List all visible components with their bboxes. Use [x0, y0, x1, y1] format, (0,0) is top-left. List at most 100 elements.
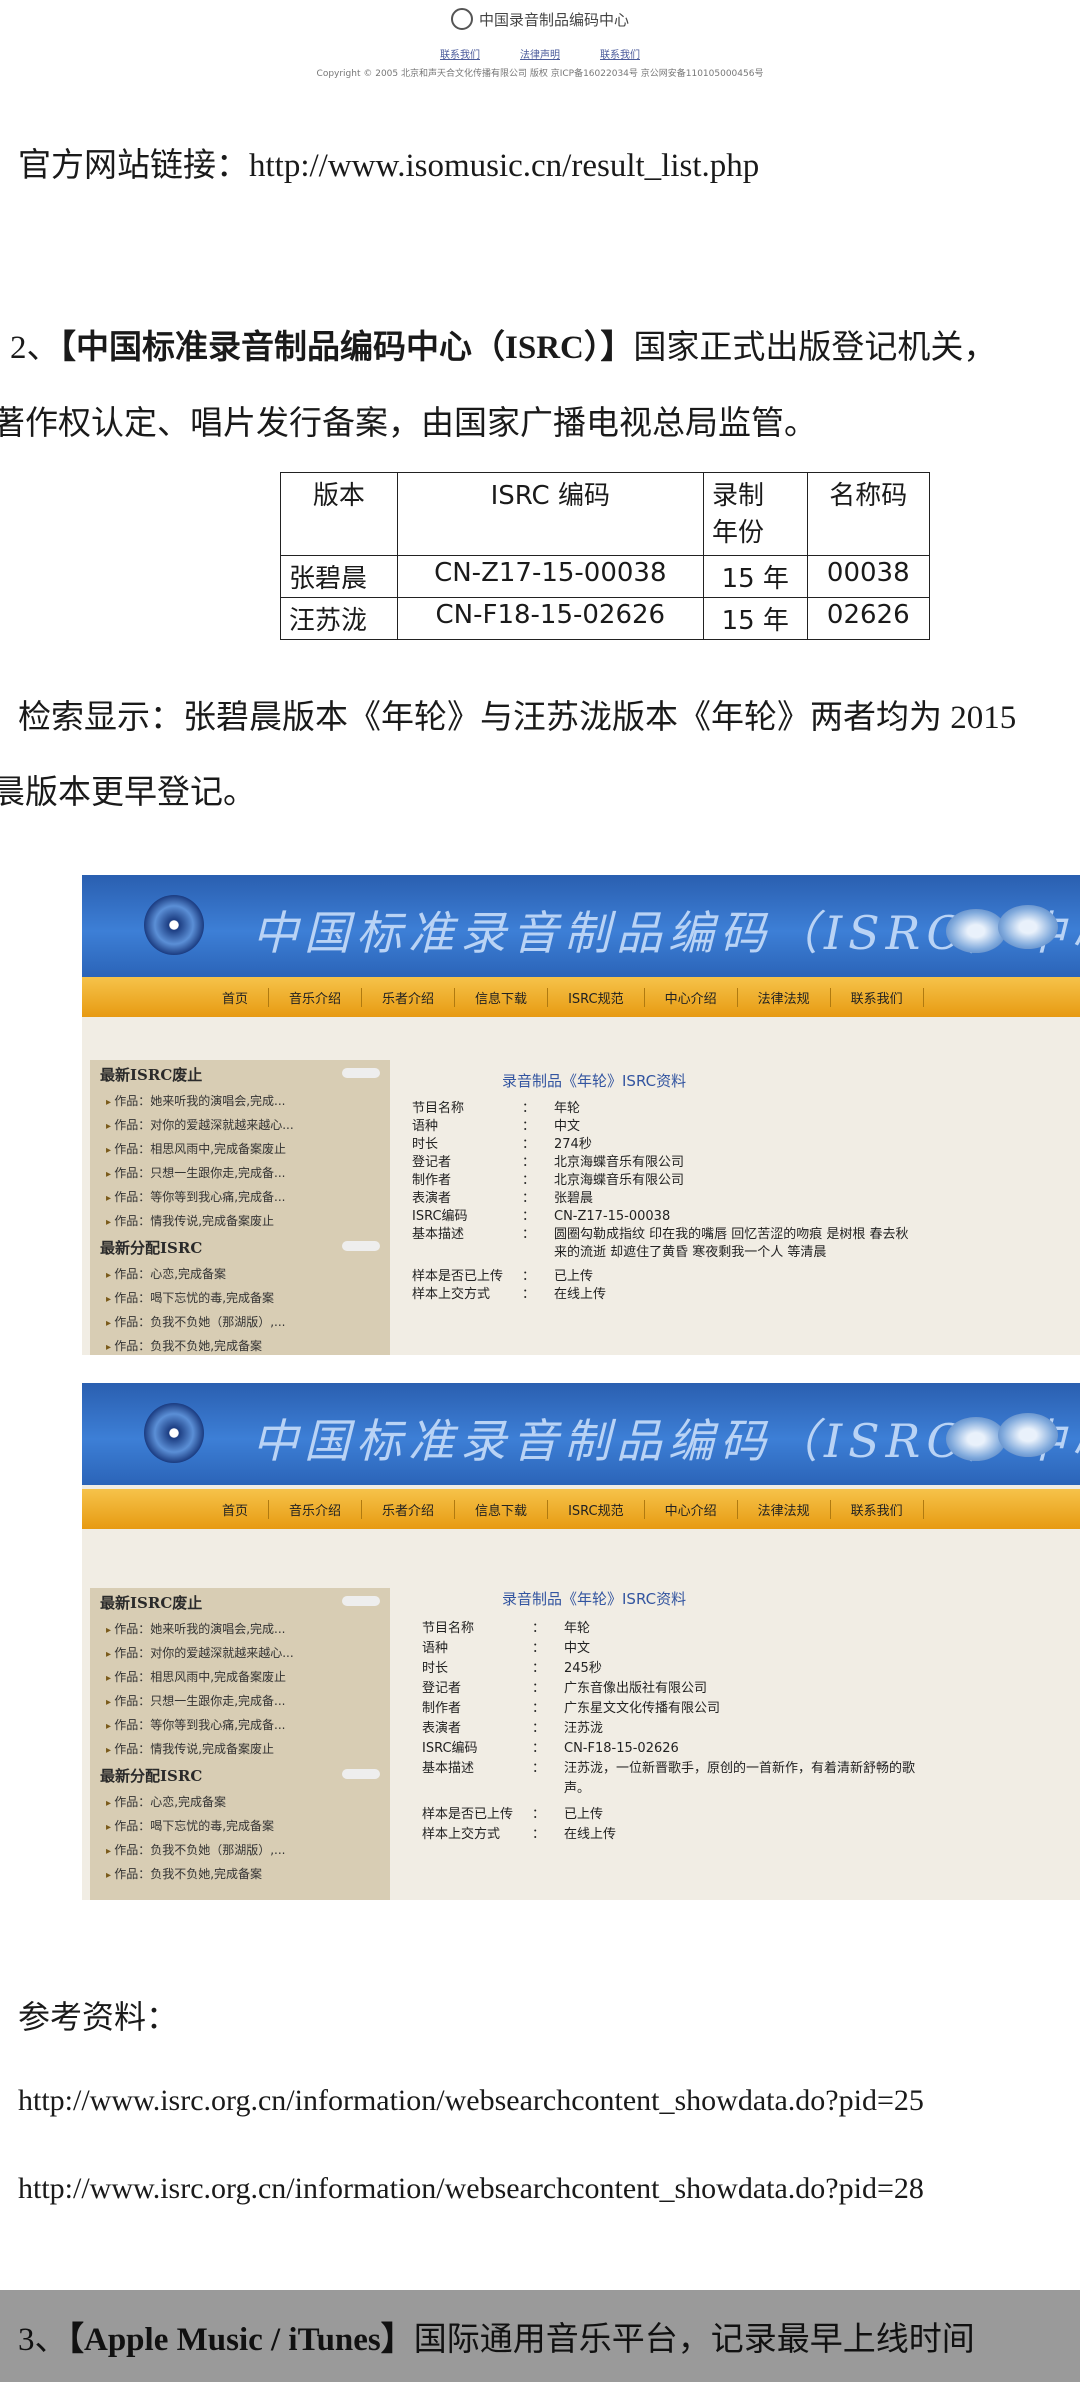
table-cell: 汪苏泷 — [280, 597, 398, 640]
sidebar-heading: 最新ISRC废止 — [90, 1588, 390, 1617]
list-item[interactable]: 作品：情我传说,完成备案废止 — [90, 1209, 390, 1233]
more-icon[interactable] — [342, 1596, 380, 1606]
list-item[interactable]: 作品：相思风雨中,完成备案废止 — [90, 1137, 390, 1161]
record-row: 语种：中文 — [422, 1641, 591, 1656]
record-row: ISRC编码： CN-F18-15-02626 — [422, 1741, 679, 1756]
nav-item[interactable]: ISRC规范 — [548, 987, 645, 1007]
record-row: 节目名称：年轮 — [422, 1621, 591, 1636]
list-item[interactable]: 作品：心恋,完成备案 — [90, 1262, 390, 1286]
record-row: 制作者：广东星文文化传播有限公司 — [422, 1701, 721, 1716]
nav-item[interactable]: 首页 — [202, 987, 270, 1007]
section-2-title-rest: 国家正式出版登记机关， — [633, 330, 997, 366]
table-row: 张碧晨 CN-Z17-15-00038 15 年 00038 — [280, 555, 931, 598]
list-item[interactable]: 作品：她来听我的演唱会,完成... — [90, 1089, 390, 1113]
list-item[interactable]: 作品：负我不负她,完成备案 — [90, 1334, 390, 1355]
disc-icon — [144, 895, 204, 955]
section-2-number: 2、 — [10, 330, 60, 366]
record-title: 录音制品《年轮》ISRC资料 — [502, 1590, 687, 1608]
footer-link[interactable]: 法律声明 — [520, 46, 560, 61]
nav-item[interactable]: 联系我们 — [831, 1499, 924, 1519]
nav-item[interactable]: 信息下载 — [455, 1499, 549, 1519]
reference-url-2[interactable]: http://www.isrc.org.cn/information/webse… — [18, 2172, 924, 2206]
section-3-heading: 3、【Apple Music / iTunes】国际通用音乐平台，记录最早上线时… — [18, 2312, 975, 2360]
record-title: 录音制品《年轮》ISRC资料 — [502, 1072, 687, 1090]
footer-copyright: Copyright © 2005 北京和声天合文化传播有限公司 版权 京ICP备… — [316, 69, 764, 79]
list-item[interactable]: 作品：负我不负她（那湖版）,... — [90, 1310, 390, 1334]
record-row: 时长： 245秒 — [422, 1661, 602, 1676]
table-cell: CN-Z17-15-00038 — [396, 555, 704, 598]
isrc-comparison-table: 版本 ISRC 编码 录制 年份 名称码 张碧晨 CN-Z17-15-00038… — [280, 472, 931, 640]
sidebar-heading: 最新分配ISRC — [90, 1761, 390, 1790]
more-icon[interactable] — [342, 1068, 380, 1078]
section-3-title-rest: 国际通用音乐平台，记录最早上线时间 — [413, 2322, 975, 2358]
record-row: 基本描述：圆圈勾勒成指纹 印在我的嘴唇 回忆苦涩的吻痕 是树根 春去秋 — [412, 1227, 909, 1242]
list-item[interactable]: 作品：负我不负她（那湖版）,... — [90, 1838, 390, 1862]
section-3-number: 3、 — [18, 2322, 68, 2358]
cd-icon — [946, 1413, 1066, 1463]
record-row: 样本上交方式：在线上传 — [412, 1287, 607, 1302]
record-row: 表演者：汪苏泷 — [422, 1721, 604, 1736]
reference-url-1[interactable]: http://www.isrc.org.cn/information/webse… — [18, 2084, 924, 2118]
section-3-bold-title: 【Apple Music / iTunes】 — [67, 2322, 414, 2358]
table-cell: 02626 — [806, 597, 931, 640]
record-row: 表演者：张碧晨 — [412, 1191, 594, 1206]
table-cell: 00038 — [806, 555, 931, 598]
table-cell: 15 年 — [702, 555, 808, 598]
logo-text: 中国录音制品编码中心 — [478, 10, 630, 29]
list-item[interactable]: 作品：对你的爱越深就越来越心... — [90, 1641, 390, 1665]
nav-item[interactable]: 中心介绍 — [645, 987, 738, 1007]
list-item[interactable]: 作品：等你等到我心痛,完成备... — [90, 1713, 390, 1737]
nav-item[interactable]: 联系我们 — [831, 987, 924, 1007]
nav-item[interactable]: 法律法规 — [738, 987, 831, 1007]
list-item[interactable]: 作品：等你等到我心痛,完成备... — [90, 1185, 390, 1209]
cd-icon — [946, 905, 1066, 955]
record-row: 样本上交方式：在线上传 — [422, 1827, 617, 1842]
record-row: 样本是否已上传：已上传 — [412, 1269, 594, 1284]
record-row: ISRC编码： CN-Z17-15-00038 — [412, 1209, 671, 1224]
nav-item[interactable]: 信息下载 — [455, 987, 549, 1007]
nav-item[interactable]: 乐者介绍 — [362, 987, 456, 1007]
sidebar-heading: 最新ISRC废止 — [90, 1060, 390, 1089]
list-item[interactable]: 作品：她来听我的演唱会,完成... — [90, 1617, 390, 1641]
list-item[interactable]: 作品：对你的爱越深就越来越心... — [90, 1113, 390, 1137]
record-row: 登记者：广东音像出版社有限公司 — [422, 1681, 708, 1696]
list-item[interactable]: 作品：情我传说,完成备案废止 — [90, 1737, 390, 1761]
more-icon[interactable] — [342, 1769, 380, 1779]
record-row: 基本描述：汪苏泷，一位新晋歌手，原创的一首新作，有着清新舒畅的歌 — [422, 1761, 916, 1776]
record-desc-continued: 声。 — [564, 1781, 591, 1796]
list-item[interactable]: 作品：只想一生跟你走,完成备... — [90, 1161, 390, 1185]
list-item[interactable]: 作品：喝下忘忧的毒,完成备案 — [90, 1814, 390, 1838]
list-item[interactable]: 作品：喝下忘忧的毒,完成备案 — [90, 1286, 390, 1310]
list-item[interactable]: 作品：只想一生跟你走,完成备... — [90, 1689, 390, 1713]
list-item[interactable]: 作品：负我不负她,完成备案 — [90, 1862, 390, 1886]
table-header: 录制 年份 — [702, 472, 808, 556]
nav-item[interactable]: 乐者介绍 — [362, 1499, 456, 1519]
isrc-screenshot-zhang: 中国标准录音制品编码（ISRC）中心 首页 音乐介绍 乐者介绍 信息下载 ISR… — [82, 875, 1080, 1355]
site-nav: 首页 音乐介绍 乐者介绍 信息下载 ISRC规范 中心介绍 法律法规 联系我们 — [82, 977, 1080, 1017]
more-icon[interactable] — [342, 1241, 380, 1251]
nav-item[interactable]: 音乐介绍 — [269, 1499, 363, 1519]
footer-link[interactable]: 联系我们 — [600, 46, 640, 61]
record-row: 时长： 274秒 — [412, 1137, 592, 1152]
table-header: 名称码 — [806, 472, 931, 556]
nav-item[interactable]: 音乐介绍 — [269, 987, 363, 1007]
nav-item[interactable]: 法律法规 — [738, 1499, 831, 1519]
official-site-link-text: 官方网站链接：http://www.isomusic.cn/result_lis… — [18, 148, 760, 184]
sidebar-heading: 最新分配ISRC — [90, 1233, 390, 1262]
nav-item[interactable]: 中心介绍 — [645, 1499, 738, 1519]
list-item[interactable]: 作品：相思风雨中,完成备案废止 — [90, 1665, 390, 1689]
site-banner: 中国标准录音制品编码（ISRC）中心 — [82, 875, 1080, 977]
list-item[interactable]: 作品：心恋,完成备案 — [90, 1790, 390, 1814]
record-row: 登记者：北京海蝶音乐有限公司 — [412, 1155, 685, 1170]
footer-link[interactable]: 联系我们 — [440, 46, 480, 61]
seal-icon — [450, 8, 473, 30]
table-header: 版本 — [280, 472, 398, 556]
nav-item[interactable]: ISRC规范 — [548, 1499, 645, 1519]
section-2-description: 著作权认定、唱片发行备案，由国家广播电视总局监管。 — [0, 406, 817, 442]
section-2-heading: 2、【中国标准录音制品编码中心（ISRC）】国家正式出版登记机关， — [10, 320, 996, 368]
nav-item[interactable]: 首页 — [202, 1499, 270, 1519]
references-label: 参考资料： — [18, 1999, 179, 2035]
isrc-center-logo: 中国录音制品编码中心 — [450, 8, 630, 30]
record-row: 语种：中文 — [412, 1119, 581, 1134]
record-row: 节目名称：年轮 — [412, 1101, 581, 1116]
